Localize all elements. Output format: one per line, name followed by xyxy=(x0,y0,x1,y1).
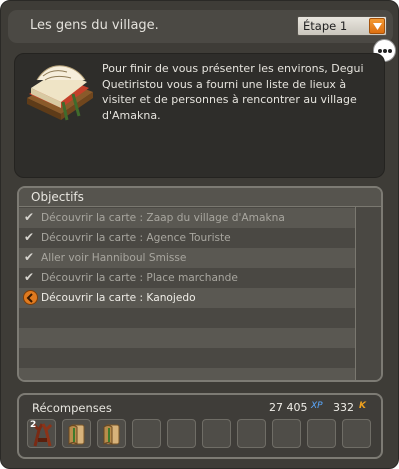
scroll-item-icon xyxy=(103,424,120,445)
checkmark-icon: ✔ xyxy=(24,250,35,264)
xp-icon: XP xyxy=(311,401,323,411)
objectives-header: Objectifs xyxy=(19,188,381,207)
kamas-value: 332 xyxy=(333,401,354,414)
quest-window: Les gens du village. Étape 1 Pour finir … xyxy=(0,0,399,469)
title-bar: Les gens du village. Étape 1 xyxy=(8,10,393,43)
direction-arrow-icon[interactable] xyxy=(23,290,38,305)
objective-row[interactable]: ✔ Aller voir Hanniboul Smisse xyxy=(19,248,355,268)
description-panel: Pour finir de vous présenter les environ… xyxy=(14,53,385,178)
quest-title: Les gens du village. xyxy=(30,18,159,33)
reward-slot-empty xyxy=(342,419,371,448)
objective-label: Découvrir la carte : Kanojedo xyxy=(41,292,196,304)
rewards-panel: Récompenses 27 405 XP 332 K 2 xyxy=(17,393,383,459)
checkmark-icon: ✔ xyxy=(24,270,35,284)
reward-slot[interactable] xyxy=(97,419,126,448)
objective-label: Aller voir Hanniboul Smisse xyxy=(41,252,187,264)
xp-value: 27 405 xyxy=(269,401,308,414)
reward-slot-empty xyxy=(237,419,266,448)
stage-dropdown-value: Étape 1 xyxy=(303,19,348,33)
objectives-scrollbar[interactable] xyxy=(355,207,381,380)
reward-slot[interactable]: 2 xyxy=(27,419,56,448)
description-text: Pour finir de vous présenter les environ… xyxy=(102,62,364,122)
empty-row xyxy=(19,348,355,368)
objectives-header-label: Objectifs xyxy=(31,190,84,204)
checkmark-icon: ✔ xyxy=(24,230,35,244)
objective-row[interactable]: ✔ Découvrir la carte : Agence Touriste xyxy=(19,228,355,248)
rewards-label: Récompenses xyxy=(32,401,112,415)
objective-row-active[interactable]: Découvrir la carte : Kanojedo xyxy=(19,288,355,308)
reward-slot-empty xyxy=(202,419,231,448)
reward-slot-empty xyxy=(307,419,336,448)
objective-label: Découvrir la carte : Zaap du village d'A… xyxy=(41,212,285,224)
reward-slot-empty xyxy=(272,419,301,448)
stage-dropdown[interactable]: Étape 1 xyxy=(297,16,387,36)
objective-row[interactable]: ✔ Découvrir la carte : Place marchande xyxy=(19,268,355,288)
chevron-down-icon[interactable] xyxy=(369,18,385,34)
scroll-item-icon xyxy=(68,424,85,445)
objectives-panel: Objectifs ✔ Découvrir la carte : Zaap du… xyxy=(17,186,383,382)
empty-row xyxy=(19,368,355,380)
objective-label: Découvrir la carte : Place marchande xyxy=(41,272,238,284)
checkmark-icon: ✔ xyxy=(24,210,35,224)
item-quantity: 2 xyxy=(30,420,37,430)
empty-row xyxy=(19,308,355,328)
objective-row[interactable]: ✔ Découvrir la carte : Zaap du village d… xyxy=(19,208,355,228)
reward-slot-empty xyxy=(167,419,196,448)
empty-row xyxy=(19,328,355,348)
kamas-icon: K xyxy=(359,401,366,411)
objective-label: Découvrir la carte : Agence Touriste xyxy=(41,232,231,244)
reward-slot-empty xyxy=(132,419,161,448)
reward-slot[interactable] xyxy=(62,419,91,448)
book-icon xyxy=(27,65,93,121)
